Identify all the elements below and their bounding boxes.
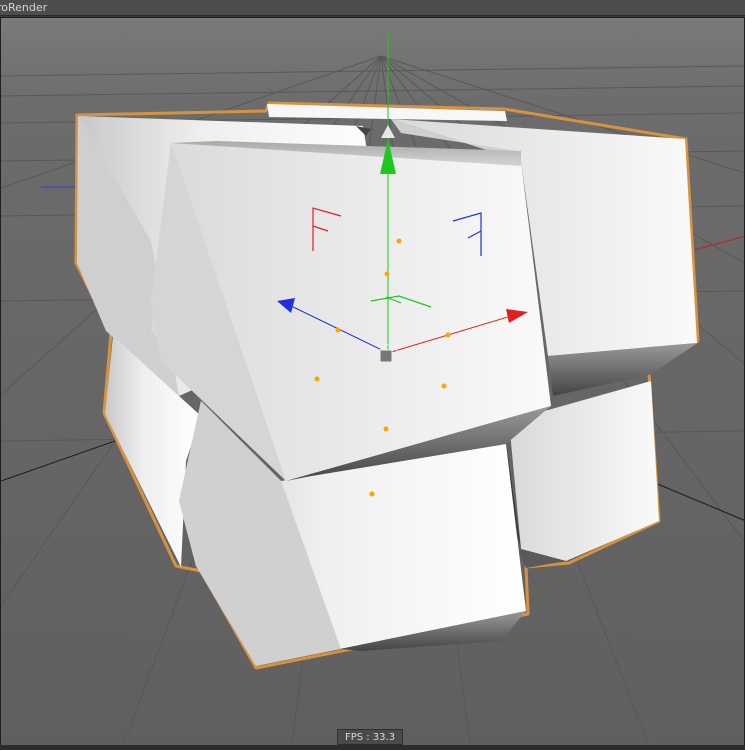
viewport-bottom-bar [0, 745, 745, 750]
window-title: roRender [0, 1, 48, 14]
3d-viewport[interactable] [0, 17, 745, 750]
window-titlebar: roRender [0, 0, 745, 16]
fps-counter: FPS : 33.3 [337, 729, 403, 745]
